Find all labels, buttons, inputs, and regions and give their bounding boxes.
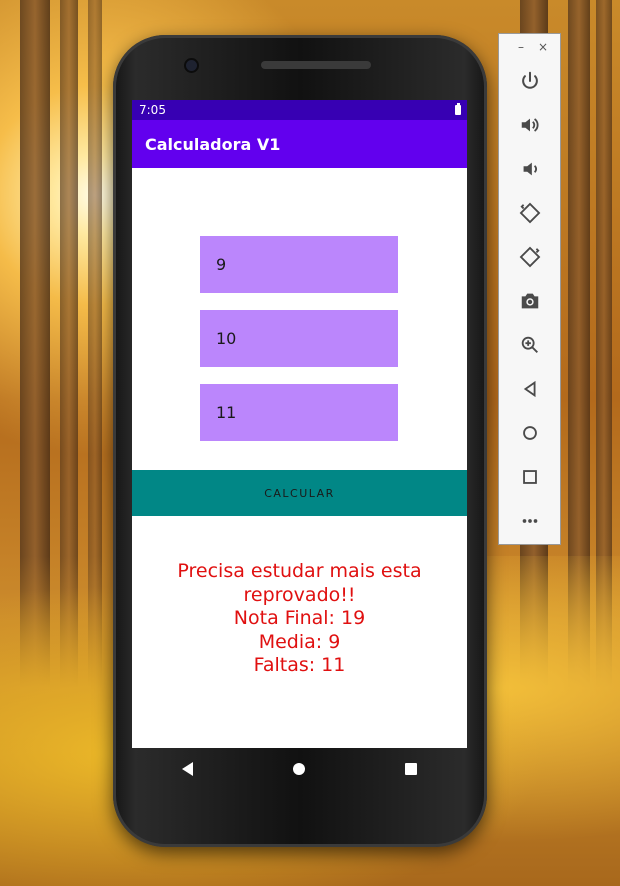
overview-icon[interactable] [499, 459, 560, 495]
emulator-toolbar: – × [498, 33, 561, 545]
camera-icon[interactable] [499, 283, 560, 319]
home-icon[interactable] [293, 763, 305, 775]
calcular-button-label: CALCULAR [264, 486, 335, 500]
app-bar: Calculadora V1 [132, 120, 467, 168]
rotate-right-icon[interactable] [499, 239, 560, 275]
recents-icon[interactable] [405, 763, 417, 775]
nota1-value: 9 [216, 255, 227, 274]
close-button[interactable]: × [538, 40, 548, 54]
result-line: Nota Final: 19 [233, 607, 366, 629]
volume-up-icon[interactable] [499, 107, 560, 143]
more-icon[interactable] [499, 503, 560, 539]
back-icon[interactable] [499, 371, 560, 407]
phone-frame: 7:05 Calculadora V1 9 10 11 CALCULAR Pre… [113, 35, 487, 847]
nota1-input[interactable]: 9 [200, 236, 398, 293]
calcular-button[interactable]: CALCULAR [132, 470, 467, 516]
status-time: 7:05 [139, 103, 166, 117]
front-camera [186, 60, 197, 71]
faltas-input[interactable]: 11 [200, 384, 398, 441]
volume-down-icon[interactable] [499, 151, 560, 187]
back-icon[interactable] [182, 762, 193, 776]
earpiece-speaker [261, 61, 371, 69]
phone-screen: 7:05 Calculadora V1 9 10 11 CALCULAR Pre… [132, 100, 467, 748]
faltas-value: 11 [216, 403, 237, 422]
result-text: Precisa estudar mais esta reprovado!! No… [132, 560, 467, 678]
window-controls: – × [499, 34, 560, 60]
result-line: Faltas: 11 [253, 654, 346, 676]
status-bar: 7:05 [132, 100, 467, 120]
power-icon[interactable] [499, 63, 560, 99]
result-line: Media: 9 [258, 630, 341, 653]
home-icon[interactable] [499, 415, 560, 451]
system-nav-bar [132, 748, 467, 790]
result-line: Precisa estudar mais esta [177, 560, 422, 582]
nota2-input[interactable]: 10 [200, 310, 398, 367]
rotate-left-icon[interactable] [499, 195, 560, 231]
battery-icon [455, 103, 461, 115]
app-title: Calculadora V1 [145, 134, 281, 154]
nota2-value: 10 [216, 329, 237, 348]
result-line: reprovado!! [243, 583, 356, 606]
minimize-button[interactable]: – [518, 40, 524, 54]
zoom-icon[interactable] [499, 327, 560, 363]
